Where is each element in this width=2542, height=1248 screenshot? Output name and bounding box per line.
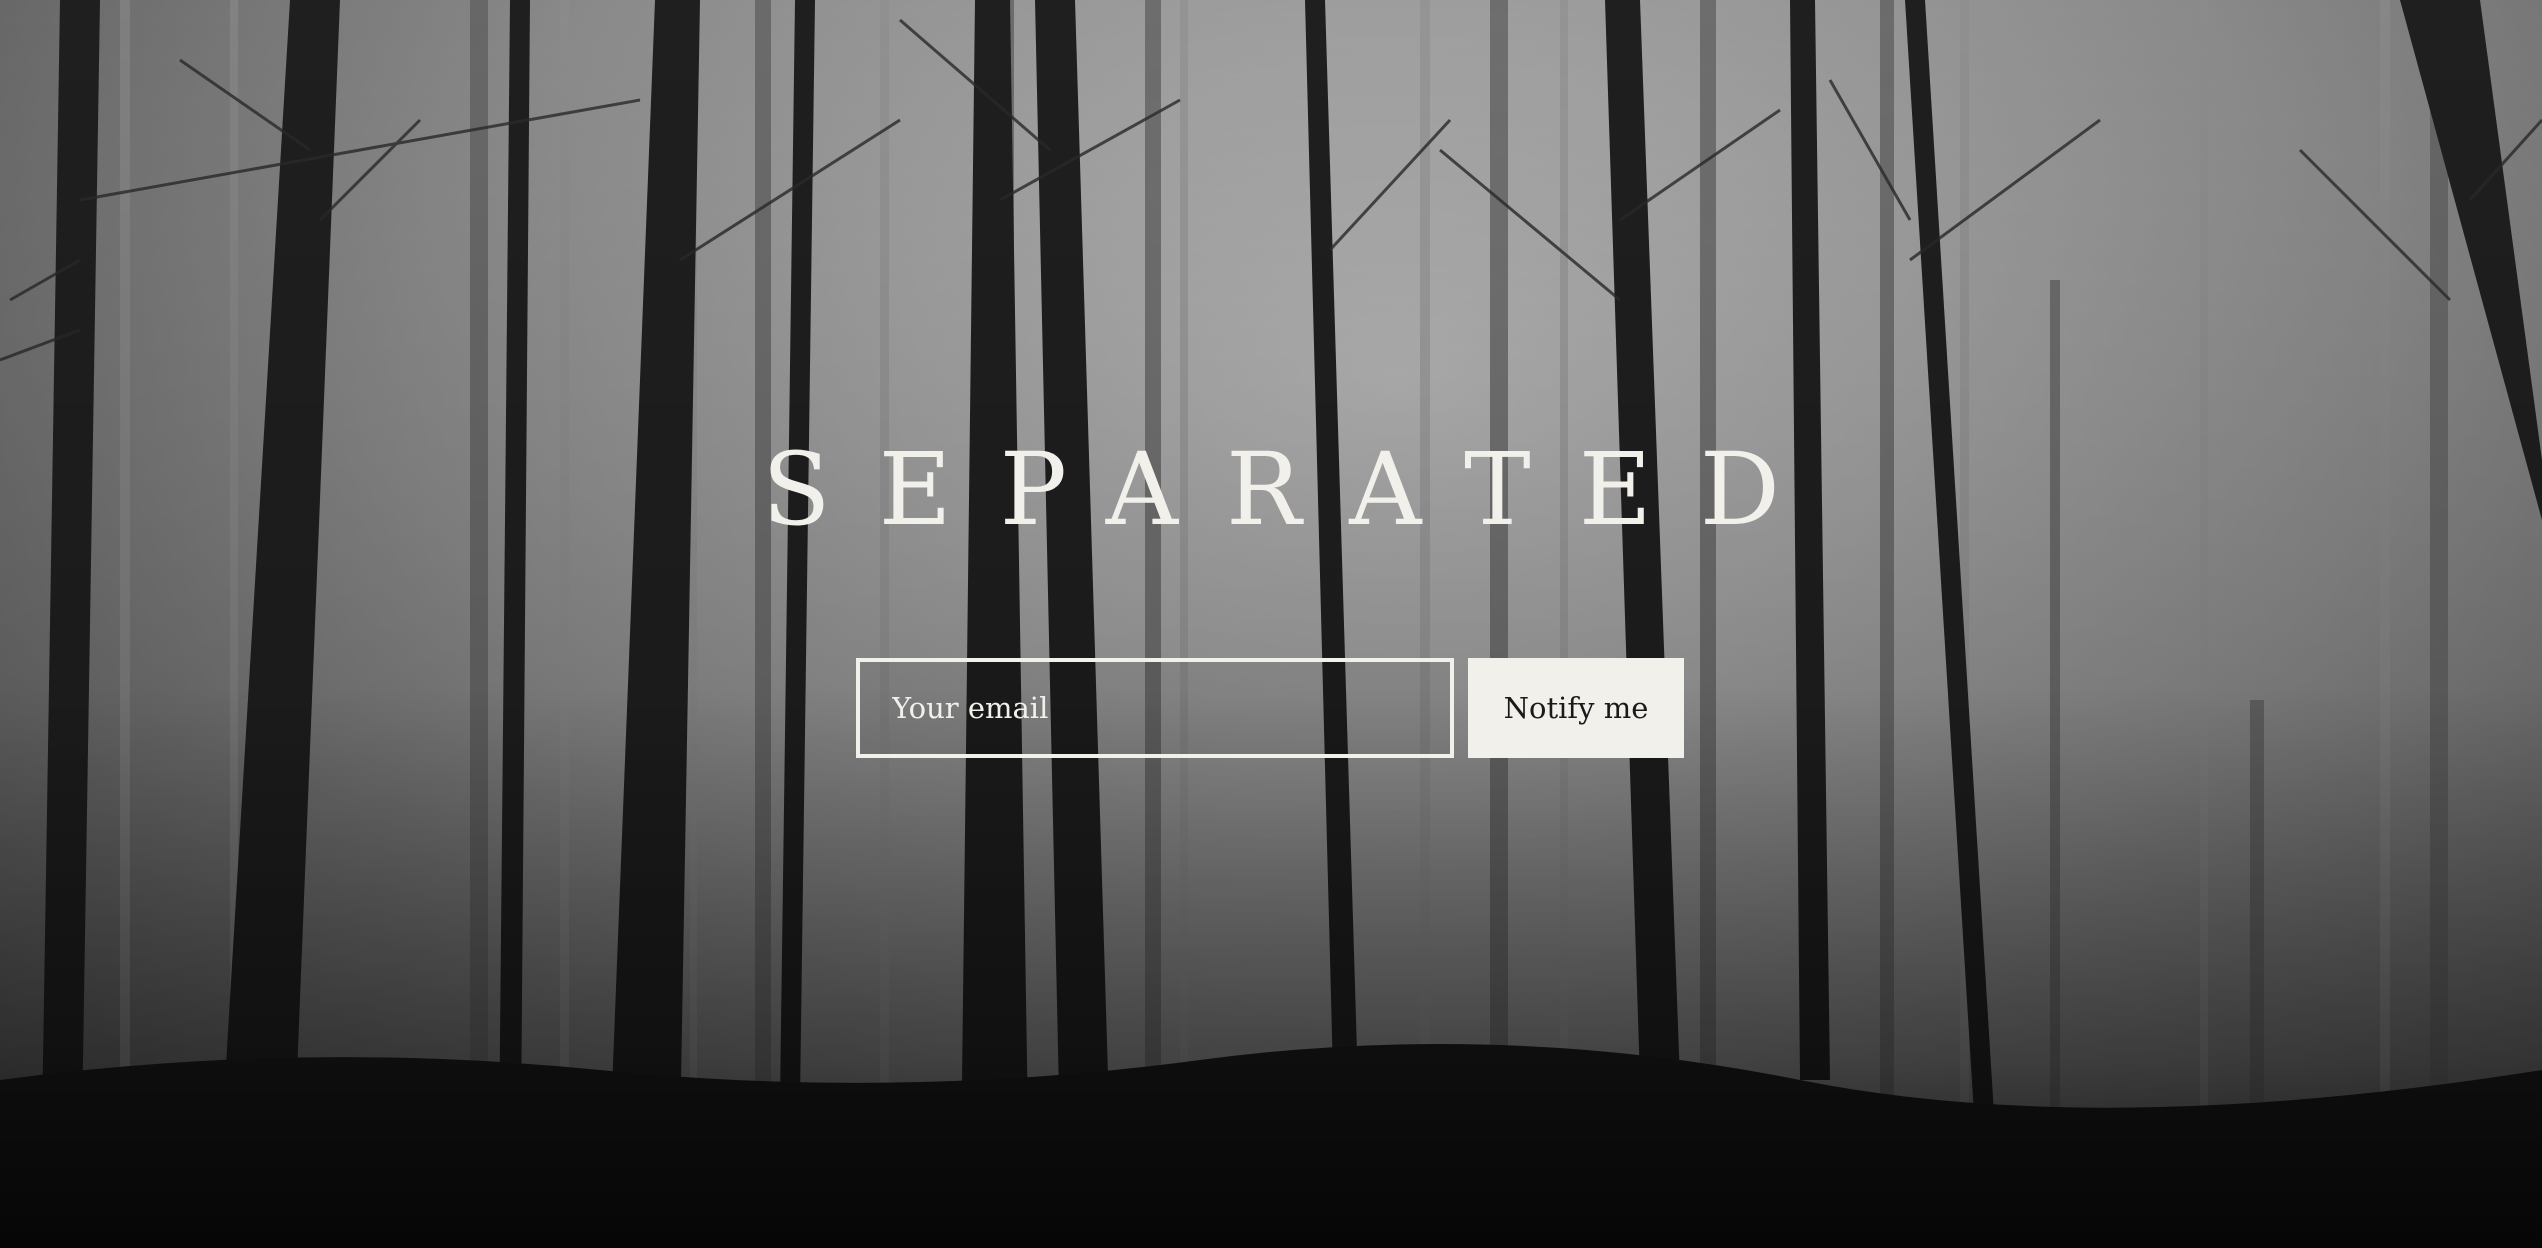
email-input[interactable] xyxy=(856,658,1454,758)
hero-section: SEPARATED Notify me xyxy=(0,0,2542,1248)
hero-content: SEPARATED Notify me xyxy=(0,0,2542,1248)
site-title: SEPARATED xyxy=(762,431,1828,548)
notify-signup-form: Notify me xyxy=(856,658,1684,758)
notify-me-button[interactable]: Notify me xyxy=(1468,658,1684,758)
